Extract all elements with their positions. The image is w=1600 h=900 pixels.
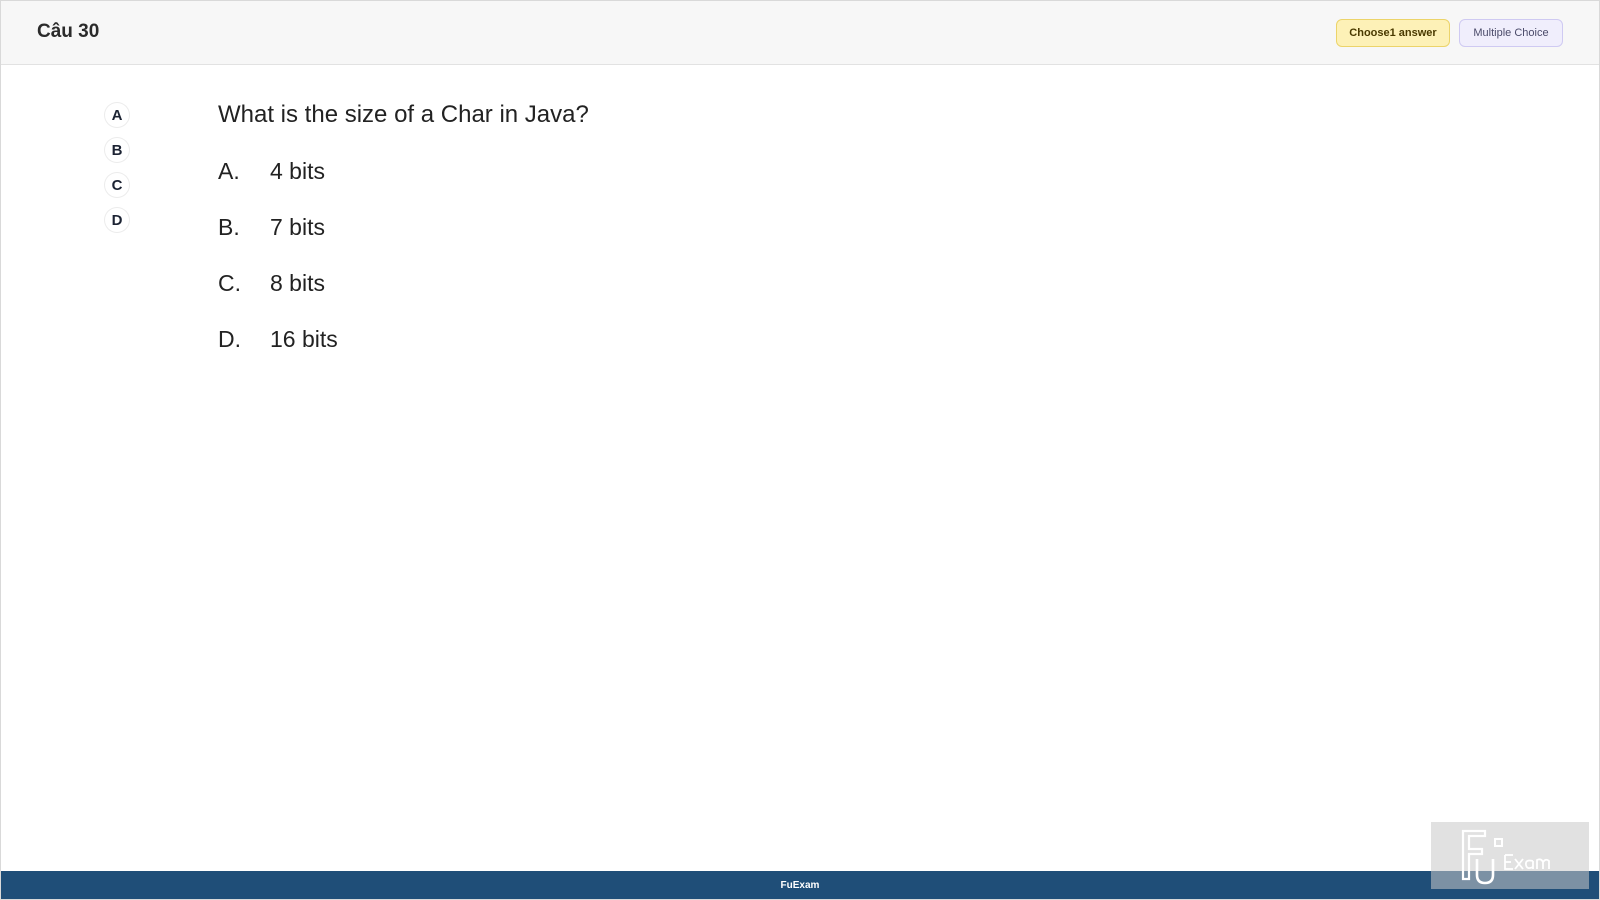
option-letter: B. [218, 213, 240, 240]
option-text: 7 bits [270, 213, 325, 240]
answer-button-a[interactable]: A [105, 103, 129, 127]
option-letter: D. [218, 325, 241, 352]
option-text: 4 bits [270, 157, 325, 184]
option-text: 8 bits [270, 269, 325, 296]
question-text: What is the size of a Char in Java? [218, 101, 589, 128]
question-type-badge: Multiple Choice [1459, 19, 1563, 47]
option-b[interactable]: B. 7 bits [218, 213, 338, 241]
option-c[interactable]: C. 8 bits [218, 269, 338, 297]
option-letter: C. [218, 269, 241, 296]
option-d[interactable]: D. 16 bits [218, 325, 338, 353]
answer-button-b[interactable]: B [105, 138, 129, 162]
answer-letter-nav: A B C D [105, 103, 129, 243]
option-text: 16 bits [270, 325, 338, 352]
footer-bar: FuExam [1, 871, 1599, 899]
answer-button-d[interactable]: D [105, 208, 129, 232]
option-letter: A. [218, 157, 240, 184]
fu-exam-logo-icon [1431, 822, 1589, 889]
option-a[interactable]: A. 4 bits [218, 157, 338, 185]
question-header: Câu 30 Choose1 answer Multiple Choice [1, 1, 1599, 65]
answer-button-c[interactable]: C [105, 173, 129, 197]
exam-window: Câu 30 Choose1 answer Multiple Choice A … [0, 0, 1600, 900]
answer-options: A. 4 bits B. 7 bits C. 8 bits D. 16 bits [218, 157, 338, 381]
choose-answer-badge: Choose1 answer [1336, 19, 1450, 47]
question-badges: Choose1 answer Multiple Choice [1336, 19, 1563, 47]
footer-brand: FuExam [780, 879, 820, 891]
fu-exam-logo-graphic [1461, 829, 1550, 884]
question-number: Câu 30 [37, 21, 100, 42]
